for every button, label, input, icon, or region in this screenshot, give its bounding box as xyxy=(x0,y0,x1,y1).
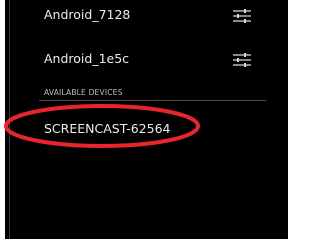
sliders-icon[interactable] xyxy=(233,53,251,67)
available-device-name[interactable]: SCREENCAST-62564 xyxy=(44,122,170,136)
devices-screen: Android_7128 Android_1e5c AVAILABLE DEVI… xyxy=(5,0,288,239)
paired-device-name[interactable]: Android_1e5c xyxy=(44,52,129,66)
section-divider xyxy=(39,100,266,101)
sliders-icon[interactable] xyxy=(233,9,251,23)
paired-device-name[interactable]: Android_7128 xyxy=(44,8,130,22)
left-edge-divider xyxy=(9,0,10,239)
available-devices-header: AVAILABLE DEVICES xyxy=(44,88,123,97)
